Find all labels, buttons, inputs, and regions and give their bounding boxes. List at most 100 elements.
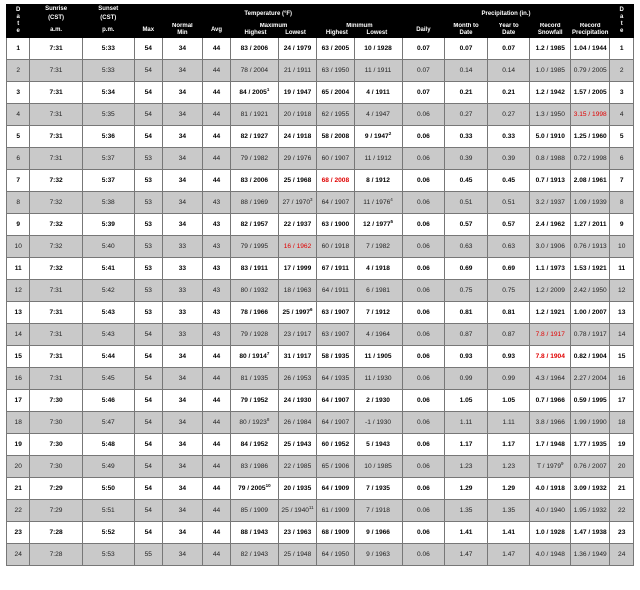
record-precipitation-cell: 1.00 / 2007: [569, 301, 611, 324]
record-snowfall-header: Record Snowfall: [529, 22, 571, 38]
day-cell-right-value: 19: [618, 440, 626, 448]
normal-max-cell-value: 53: [144, 308, 152, 316]
normal-min-cell: 34: [161, 455, 204, 478]
day-cell-right: 13: [609, 301, 634, 324]
max-lowest-cell: 22 / 1985: [277, 455, 318, 478]
sunset-cell-value: 5:44: [101, 352, 115, 360]
max-lowest-cell-value: 31 / 1917: [283, 352, 312, 360]
normal-max-cell: 53: [133, 235, 163, 258]
record-snowfall-cell: 7.8 / 1904: [529, 345, 571, 368]
normal-min-cell: 34: [161, 213, 204, 236]
sunset-cell: 5:44: [81, 345, 135, 368]
normal-avg-cell: 44: [202, 59, 231, 82]
normal-max-cell-value: 53: [144, 264, 152, 272]
month-to-date-cell-value: 0.69: [459, 264, 473, 272]
normal-avg-cell: 44: [202, 543, 231, 566]
normal-min-cell-value: 33: [178, 242, 187, 250]
day-cell-right: 8: [609, 191, 634, 214]
normal-max-cell-value: 53: [144, 154, 152, 162]
normal-min-cell-value: 34: [178, 440, 187, 448]
record-snowfall-cell-value: 0.7 / 1966: [535, 396, 565, 404]
sunrise-cell-value: 7:31: [49, 308, 63, 316]
max-highest-cell: 83 / 2006: [229, 37, 279, 60]
max-lowest-cell-value: 18 / 1963: [283, 286, 312, 294]
record-snowfall-cell: 5.0 / 1910: [529, 125, 571, 148]
min-lowest-cell: 11 / 1905: [353, 345, 403, 368]
day-cell-right: 19: [609, 433, 634, 456]
month-to-date-cell: 0.81: [444, 301, 488, 324]
normal-avg-cell-value: 43: [212, 198, 221, 206]
min-lowest-cell-value: 4 / 1918: [366, 264, 390, 272]
sunrise-header: Sunrise: [29, 4, 83, 14]
record-precipitation-cell: 1.47 / 1938: [569, 521, 611, 544]
record-snowfall-cell: 4.0 / 1940: [529, 499, 571, 522]
day-cell-value: 19: [14, 440, 22, 448]
record-precipitation-cell: 2.08 / 1961: [569, 169, 611, 192]
normal-max-cell: 54: [133, 59, 163, 82]
min-lowest-cell-value: -1 / 1930: [365, 418, 392, 426]
min-highest-cell: 65 / 1906: [316, 455, 355, 478]
table-row: 21 7:29 5:50 54 34 44 79 / 200510 20 / 1935 64 /…: [5, 477, 634, 500]
table-row: 22 7:29 5:51 54 34 44 85 / 1909 25 / 194011 61 /…: [5, 499, 634, 522]
normal-avg-cell: 43: [202, 323, 231, 346]
record-precipitation-cell: 2.42 / 1950: [569, 279, 611, 302]
normal-avg-cell-value: 44: [212, 418, 221, 426]
year-to-date-cell: 0.57: [486, 213, 531, 236]
normal-min-cell: 33: [161, 235, 204, 258]
month-to-date-cell-value: 0.33: [459, 132, 473, 140]
max-highest-cell: 88 / 1969: [229, 191, 279, 214]
sunset-cell: 5:51: [81, 499, 135, 522]
daily-precip-cell: 0.06: [401, 103, 446, 126]
month-to-date-cell: 1.47: [444, 543, 488, 566]
month-to-date-cell-value: 0.45: [459, 176, 473, 184]
day-cell-value: 5: [16, 132, 21, 140]
min-lowest-cell: 11 / 19764: [353, 191, 403, 214]
record-snowfall-cell: 1.7 / 1948: [529, 433, 571, 456]
max-highest-cell-value: 79 / 1928: [240, 330, 269, 338]
record-snowfall-cell: 4.0 / 1948: [529, 543, 571, 566]
day-cell: 24: [5, 543, 31, 566]
day-cell-value: 21: [14, 484, 22, 492]
min-highest-cell-value: 64 / 1909: [321, 484, 350, 492]
max-lowest-cell-value: 25 / 1943: [283, 440, 312, 448]
min-highest-cell: 63 / 1950: [316, 59, 355, 82]
record-precipitation-cell: 2.27 / 2004: [569, 367, 611, 390]
record-snowfall-cell-value: 4.0 / 1918: [535, 484, 565, 492]
record-precipitation-cell-value: 0.79 / 2005: [573, 66, 607, 74]
day-cell: 2: [5, 59, 31, 82]
sunrise-cell: 7:29: [29, 499, 83, 522]
normal-min-cell: 34: [161, 169, 204, 192]
sunrise-cell-value: 7:31: [49, 88, 63, 96]
min-highest-cell: 63 / 1900: [316, 213, 355, 236]
day-cell: 21: [5, 477, 31, 500]
max-highest-cell: 79 / 1928: [229, 323, 279, 346]
min-highest-cell: 58 / 2008: [316, 125, 355, 148]
am-header: a.m.: [29, 22, 83, 38]
min-lowest-cell: 2 / 1930: [353, 389, 403, 412]
day-cell: 15: [5, 345, 31, 368]
min-highest-cell-value: 58 / 2008: [321, 132, 350, 140]
min-highest-cell-value: 65 / 2004: [321, 88, 350, 96]
day-cell-right-value: 23: [618, 528, 626, 536]
day-cell-right: 20: [609, 455, 634, 478]
sunrise-cell-value: 7:30: [49, 462, 63, 470]
min-highest-cell: 64 / 1907: [316, 191, 355, 214]
day-cell-right-value: 20: [618, 462, 626, 470]
daily-precip-cell-value: 0.07: [416, 66, 430, 74]
record-snowfall-cell-value: 4.0 / 1948: [535, 550, 565, 558]
min-highest-cell-value: 65 / 1906: [321, 462, 350, 470]
daily-precip-cell: 0.06: [401, 169, 446, 192]
max-highest-cell-value: 82 / 1943: [240, 550, 269, 558]
sunset-cell-value: 5:39: [101, 220, 115, 228]
daily-precip-cell-value: 0.06: [416, 352, 430, 360]
day-cell: 3: [5, 81, 31, 104]
daily-precip-cell-value: 0.06: [416, 110, 430, 118]
min-highest-cell-value: 63 / 1907: [321, 308, 350, 316]
year-to-date-cell-value: 0.69: [502, 264, 516, 272]
sunrise-cell: 7:31: [29, 125, 83, 148]
record-precipitation-cell-value: 0.76 / 1913: [573, 242, 607, 250]
min-highest-cell-value: 62 / 1955: [321, 110, 350, 118]
year-to-date-cell: 0.07: [486, 37, 531, 60]
daily-precip-cell: 0.06: [401, 279, 446, 302]
min-highest-cell: 63 / 1907: [316, 301, 355, 324]
